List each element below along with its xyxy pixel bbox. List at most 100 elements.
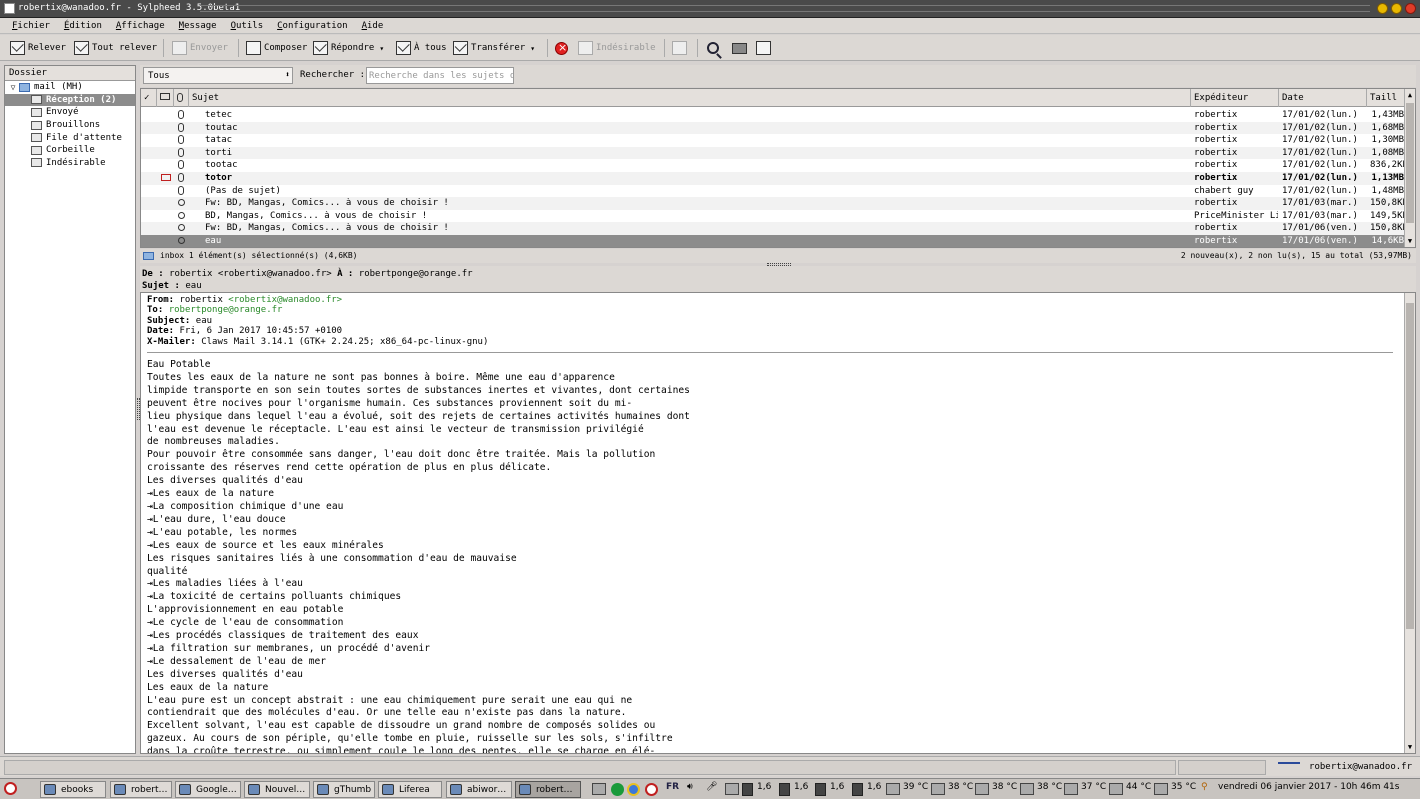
delete-button[interactable] bbox=[555, 39, 568, 57]
status-green-icon[interactable] bbox=[611, 783, 624, 796]
network-icon[interactable] bbox=[592, 783, 606, 795]
tout-relever-button[interactable]: Tout relever bbox=[74, 39, 157, 57]
search-button[interactable] bbox=[707, 39, 719, 57]
cell-from: PriceMinister Liv bbox=[1194, 210, 1278, 221]
to-label: To: bbox=[147, 305, 164, 316]
to-address-link[interactable]: robertponge@orange.fr bbox=[169, 305, 283, 315]
taskbar-button[interactable]: abiwor… bbox=[446, 781, 512, 798]
temperature: 39 °C bbox=[903, 782, 929, 792]
filter-bar: Tous ⬍ Rechercher : Recherche dans les s… bbox=[140, 65, 1416, 87]
envoyer-button[interactable]: Envoyer bbox=[172, 39, 228, 57]
col-subject[interactable]: Sujet bbox=[189, 89, 1191, 107]
col-from[interactable]: Expéditeur bbox=[1191, 89, 1279, 107]
transferer-button[interactable]: Transférer ▾ bbox=[453, 39, 535, 57]
close-button[interactable] bbox=[1405, 3, 1416, 14]
col-attach[interactable] bbox=[174, 89, 189, 107]
indesirable-button[interactable]: Indésirable bbox=[578, 39, 656, 57]
col-unread[interactable] bbox=[157, 89, 174, 107]
search-icon[interactable]: ⚲ bbox=[1201, 782, 1208, 792]
menu-fichier[interactable]: Fichier bbox=[12, 21, 50, 33]
forward-dropdown-icon[interactable]: ▾ bbox=[530, 44, 535, 53]
list-scrollbar[interactable]: ▲ ▼ bbox=[1404, 89, 1415, 247]
folder-item[interactable]: Corbeille bbox=[5, 144, 135, 157]
message-row[interactable]: Fw: BD, Mangas, Comics... à vous de choi… bbox=[141, 222, 1405, 235]
menu-outils[interactable]: Outils bbox=[231, 21, 264, 33]
address-book-button[interactable] bbox=[756, 39, 771, 57]
expand-icon[interactable]: ▽ bbox=[7, 83, 19, 92]
composer-button[interactable]: Composer bbox=[246, 39, 307, 57]
mic-icon[interactable]: 🎤︎ bbox=[706, 782, 717, 792]
window-titlebar[interactable]: robertix@wanadoo.fr - Sylpheed 3.5.0beta… bbox=[0, 0, 1420, 18]
app-icon bbox=[382, 784, 394, 795]
from-address-link[interactable]: <robertix@wanadoo.fr> bbox=[228, 295, 342, 305]
panel-splitter[interactable] bbox=[137, 398, 140, 420]
cpu-monitor-icon bbox=[742, 783, 753, 796]
repondre-button[interactable]: Répondre ▾ bbox=[313, 39, 384, 57]
col-size[interactable]: Taill bbox=[1367, 89, 1405, 107]
taskbar-button[interactable]: gThumb bbox=[313, 781, 375, 798]
taskbar-button[interactable]: Liferea bbox=[378, 781, 442, 798]
menu-message[interactable]: Message bbox=[179, 21, 217, 33]
next-button[interactable] bbox=[672, 39, 687, 57]
folder-item[interactable]: Indésirable bbox=[5, 157, 135, 170]
reply-dropdown-icon[interactable]: ▾ bbox=[379, 44, 384, 53]
a-tous-button[interactable]: À tous bbox=[396, 39, 447, 57]
col-date[interactable]: Date bbox=[1279, 89, 1367, 107]
folder-header[interactable]: Dossier bbox=[5, 66, 135, 81]
message-row[interactable]: tetec robertix 17/01/02(lun.) 1,43MB bbox=[141, 109, 1405, 122]
menu-configuration[interactable]: Configuration bbox=[277, 21, 347, 33]
app-icon bbox=[4, 3, 15, 14]
minimize-button[interactable] bbox=[1377, 3, 1388, 14]
folder-root[interactable]: ▽ mail (MH) bbox=[5, 81, 135, 94]
message-row[interactable]: totor robertix 17/01/02(lun.) 1,13MB bbox=[141, 172, 1405, 185]
from-name: robertix bbox=[179, 295, 223, 305]
maximize-button[interactable] bbox=[1391, 3, 1402, 14]
sent-icon bbox=[31, 107, 42, 117]
message-row[interactable]: toutac robertix 17/01/02(lun.) 1,68MB bbox=[141, 121, 1405, 135]
menu-edition[interactable]: Édition bbox=[64, 21, 102, 33]
folder-item[interactable]: Envoyé bbox=[5, 106, 135, 119]
search-input[interactable]: Recherche dans les sujets ou bbox=[366, 67, 514, 84]
folder-item[interactable]: File d'attente bbox=[5, 131, 135, 144]
scroll-up-icon[interactable]: ▲ bbox=[1406, 91, 1414, 99]
taskbar-button[interactable]: Google… bbox=[175, 781, 241, 798]
volume-icon[interactable]: 🔊︎ bbox=[687, 782, 693, 792]
reply-all-icon bbox=[396, 41, 411, 55]
taskbar-button-label: abiwor… bbox=[467, 785, 507, 795]
scroll-down-icon[interactable]: ▼ bbox=[1406, 743, 1414, 751]
menu-affichage[interactable]: Affichage bbox=[116, 21, 165, 33]
message-row[interactable]: tatac robertix 17/01/02(lun.) 1,30MB bbox=[141, 134, 1405, 147]
message-row[interactable]: torti robertix 17/01/02(lun.) 1,08MB bbox=[141, 146, 1405, 160]
menu-aide[interactable]: Aide bbox=[362, 21, 384, 33]
list-scroll-thumb[interactable] bbox=[1406, 103, 1414, 223]
relever-button[interactable]: Relever bbox=[10, 39, 66, 57]
list-header: ✓ Sujet Expéditeur Date Taill bbox=[141, 89, 1405, 107]
folder-item[interactable]: Réception (2) bbox=[5, 93, 135, 107]
message-row[interactable]: Fw: BD, Mangas, Comics... à vous de choi… bbox=[141, 197, 1405, 210]
taskbar-button[interactable]: ebooks bbox=[40, 781, 106, 798]
start-menu-icon[interactable] bbox=[4, 782, 17, 795]
cell-date: 17/01/02(lun.) bbox=[1282, 110, 1358, 120]
folder-item[interactable]: Brouillons bbox=[5, 119, 135, 132]
taskbar-button[interactable]: robert… bbox=[515, 781, 581, 798]
message-row[interactable]: tootac robertix 17/01/02(lun.) 836,2KB bbox=[141, 159, 1405, 172]
message-row[interactable]: BD, Mangas, Comics... à vous de choisir … bbox=[141, 210, 1405, 223]
clock[interactable]: vendredi 06 janvier 2017 - 10h 46m 41s bbox=[1218, 782, 1399, 792]
print-button[interactable] bbox=[732, 39, 747, 57]
filter-select[interactable]: Tous ⬍ bbox=[143, 67, 293, 84]
body-scroll-thumb[interactable] bbox=[1406, 303, 1414, 629]
online-icon[interactable] bbox=[1278, 762, 1300, 770]
taskbar-button[interactable]: Nouvel… bbox=[244, 781, 310, 798]
message-row[interactable]: eau robertix 17/01/06(ven.) 14,6KB bbox=[141, 235, 1405, 247]
taskbar-button[interactable]: robert… bbox=[110, 781, 172, 798]
browser-tray-icon[interactable] bbox=[627, 783, 640, 796]
cell-date: 17/01/02(lun.) bbox=[1282, 185, 1358, 196]
clock-tray-icon[interactable] bbox=[645, 783, 658, 796]
scroll-down-icon[interactable]: ▼ bbox=[1406, 237, 1414, 245]
message-row[interactable]: (Pas de sujet) chabert guy 17/01/02(lun.) 1… bbox=[141, 185, 1405, 198]
body-scrollbar[interactable]: ▼ bbox=[1404, 293, 1415, 753]
keyboard-layout[interactable]: FR bbox=[666, 782, 679, 792]
col-mark[interactable]: ✓ bbox=[141, 89, 157, 107]
message-view[interactable]: From: robertix <robertix@wanadoo.fr> To:… bbox=[140, 292, 1416, 754]
cell-from: robertix bbox=[1194, 135, 1238, 146]
